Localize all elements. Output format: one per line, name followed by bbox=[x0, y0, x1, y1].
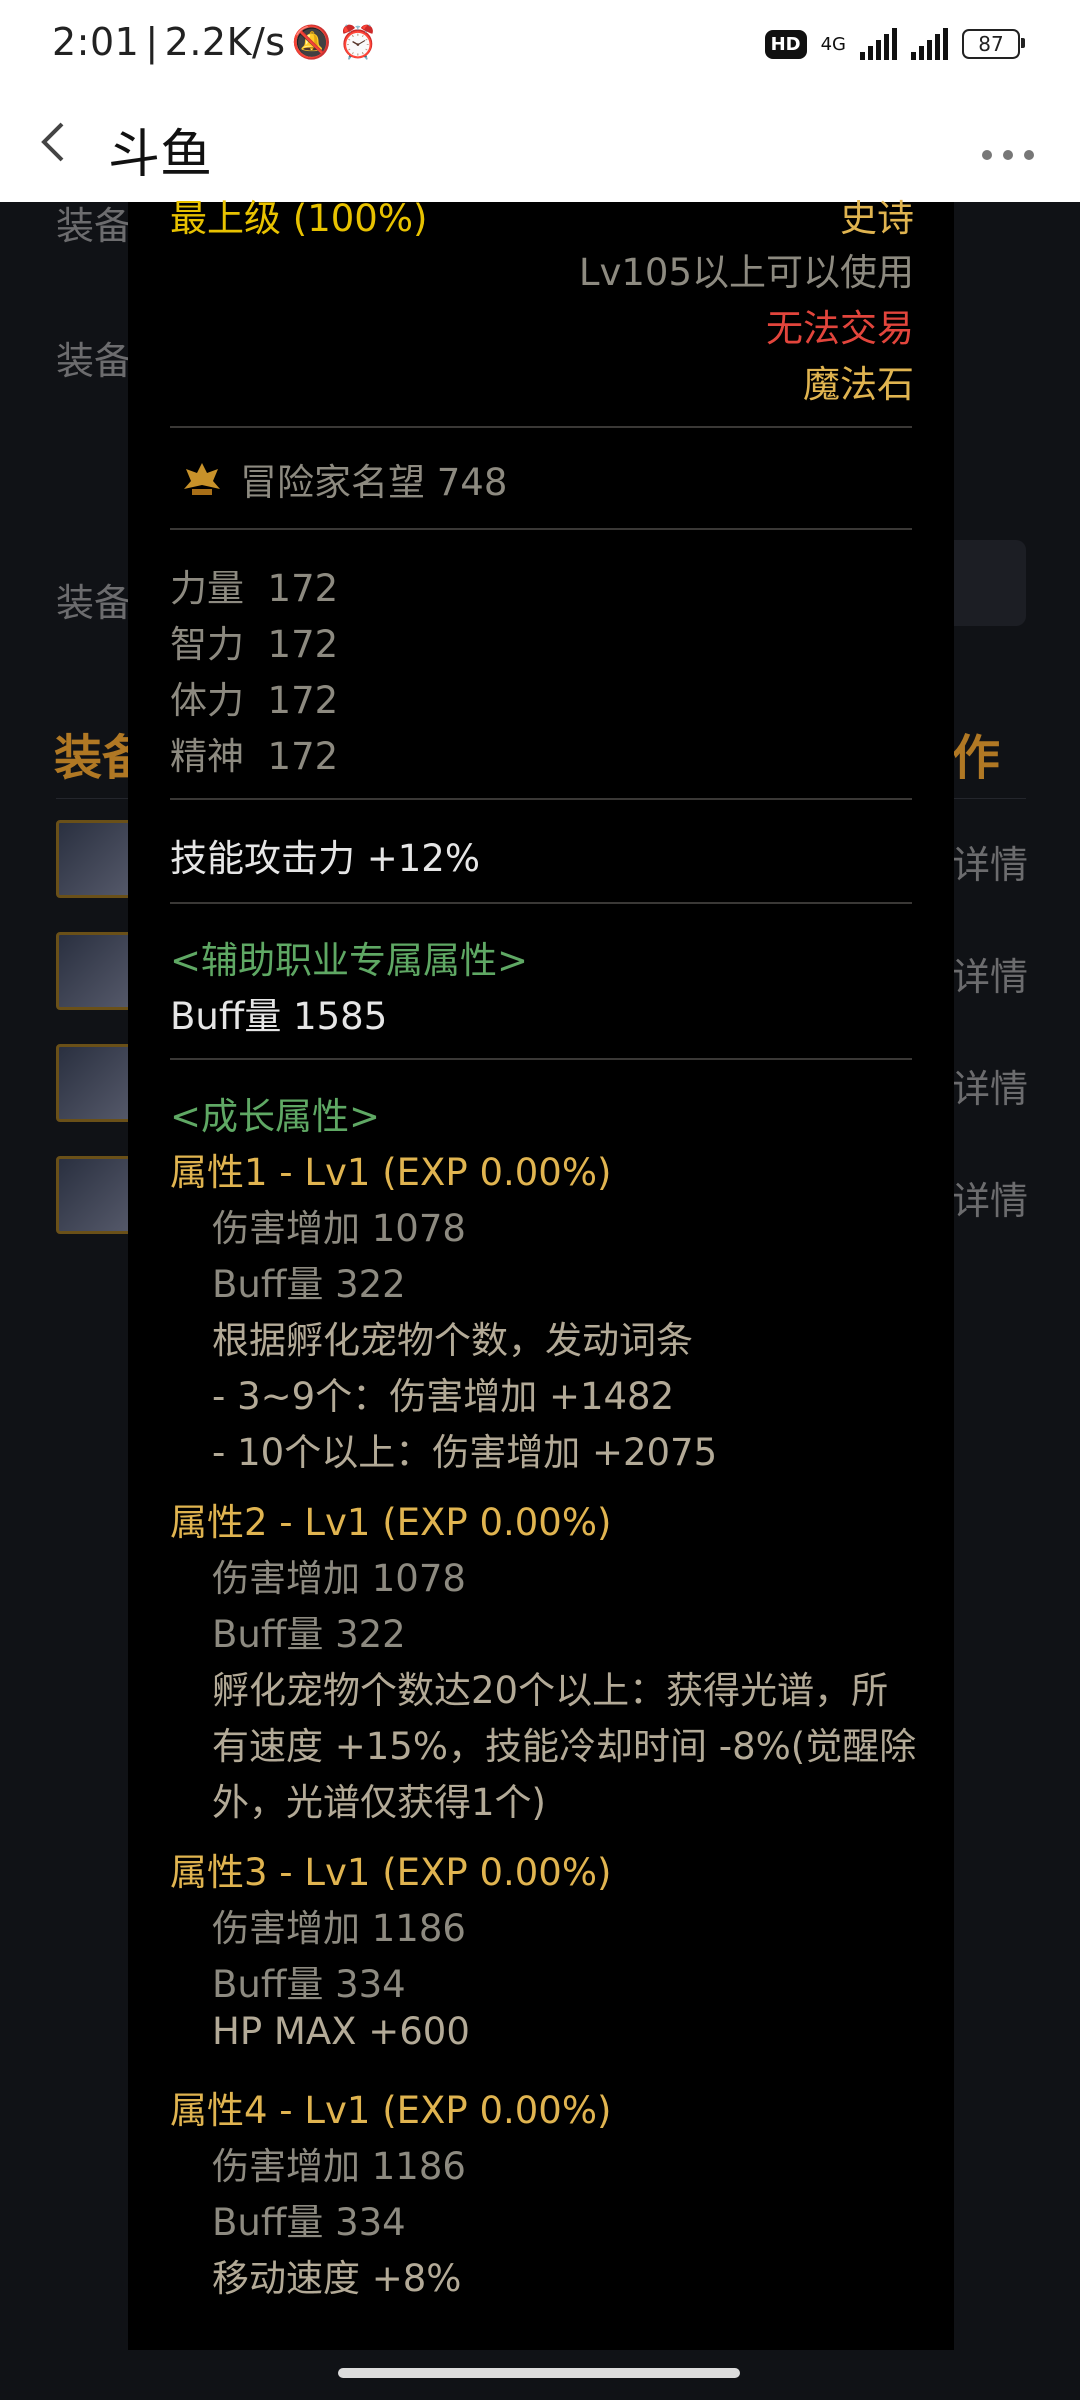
stat-vitality: 体力 172 bbox=[170, 670, 338, 724]
item-grade: 最上级 (100%) bbox=[170, 197, 428, 240]
stat-spirit: 精神 172 bbox=[170, 726, 338, 780]
back-button[interactable] bbox=[36, 116, 70, 181]
growth-effect: 外，光谱仅获得1个) bbox=[212, 1781, 546, 1824]
stat-name: 体力 bbox=[170, 679, 244, 722]
stat-name: 精神 bbox=[170, 735, 244, 778]
status-bar: 2:01 | 2.2K/s 🔕 ⏰ HD 4G 87 bbox=[0, 0, 1080, 98]
status-speed: 2.2K/s bbox=[164, 20, 286, 64]
stat-value: 172 bbox=[267, 623, 339, 666]
page-title: 斗鱼 bbox=[108, 125, 213, 185]
divider bbox=[170, 426, 912, 428]
growth-title: 属性1 - Lv1 (EXP 0.00%) bbox=[170, 1151, 612, 1194]
level-requirement: Lv105以上可以使用 bbox=[578, 251, 914, 294]
fame-crown-icon bbox=[184, 463, 220, 495]
growth-effect: - 3~9个：伤害增加 +1482 bbox=[212, 1375, 675, 1418]
growth-damage: 伤害增加 1078 bbox=[212, 1207, 466, 1250]
detail-link[interactable]: 详情 bbox=[952, 834, 1028, 889]
growth-buff: Buff量 334 bbox=[212, 1963, 406, 2006]
section-heading-right: 作 bbox=[952, 730, 1001, 786]
growth-title: 属性4 - Lv1 (EXP 0.00%) bbox=[170, 2089, 612, 2132]
trade-restriction: 无法交易 bbox=[766, 307, 914, 350]
network-type: 4G bbox=[820, 33, 846, 55]
growth-damage: 伤害增加 1186 bbox=[212, 2145, 466, 2188]
growth-effect: HP MAX +600 bbox=[212, 2010, 470, 2053]
item-thumbnail[interactable] bbox=[56, 1044, 134, 1122]
growth-buff: Buff量 334 bbox=[212, 2201, 406, 2244]
growth-effect: 有速度 +15%，技能冷却时间 -8%(觉醒除 bbox=[212, 1725, 917, 1768]
stat-intelligence: 智力 172 bbox=[170, 614, 338, 668]
item-thumbnail[interactable] bbox=[56, 820, 134, 898]
growth-damage: 伤害增加 1078 bbox=[212, 1557, 466, 1600]
divider bbox=[170, 902, 912, 904]
hd-icon: HD bbox=[764, 29, 807, 59]
battery-level: 87 bbox=[978, 32, 1004, 56]
more-dots-icon bbox=[982, 150, 1034, 160]
adventurer-fame: 冒险家名望 748 bbox=[240, 461, 508, 504]
stat-name: 智力 bbox=[170, 623, 244, 666]
item-rarity: 史诗 bbox=[840, 197, 914, 240]
growth-effect: - 10个以上：伤害增加 +2075 bbox=[212, 1431, 718, 1474]
growth-effect: 根据孵化宠物个数，发动词条 bbox=[212, 1319, 693, 1362]
equipment-label-3: 装备 bbox=[56, 581, 133, 625]
stat-value: 172 bbox=[267, 679, 339, 722]
growth-buff: Buff量 322 bbox=[212, 1263, 406, 1306]
signal-icon bbox=[860, 28, 897, 60]
signal-icon-2 bbox=[911, 28, 948, 60]
app-header: 斗鱼 bbox=[0, 98, 1080, 202]
support-header: <辅助职业专属属性> bbox=[170, 939, 529, 982]
equipment-label-2: 装备 bbox=[56, 339, 133, 383]
battery-icon: 87 bbox=[962, 29, 1025, 59]
divider bbox=[170, 798, 912, 800]
growth-effect: 移动速度 +8% bbox=[212, 2257, 462, 2300]
item-thumbnail[interactable] bbox=[56, 1156, 134, 1234]
skill-attack: 技能攻击力 +12% bbox=[170, 837, 481, 880]
growth-effect: 孵化宠物个数达20个以上：获得光谱，所 bbox=[212, 1669, 889, 1712]
equipment-label-1: 装备 bbox=[56, 204, 133, 248]
item-tooltip-panel[interactable]: 最上级 (100%) 史诗 Lv105以上可以使用 无法交易 魔法石 冒险家名望… bbox=[128, 197, 954, 2350]
divider bbox=[170, 1058, 912, 1060]
adventurer-fame-row: 冒险家名望 748 bbox=[180, 452, 507, 506]
status-right: HD 4G 87 bbox=[764, 28, 1025, 60]
stat-strength: 力量 172 bbox=[170, 558, 338, 612]
detail-link[interactable]: 详情 bbox=[952, 946, 1028, 1001]
status-time: 2:01 bbox=[52, 20, 140, 64]
divider bbox=[170, 528, 912, 530]
chevron-left-icon bbox=[41, 122, 64, 162]
growth-buff: Buff量 322 bbox=[212, 1613, 406, 1656]
detail-link[interactable]: 详情 bbox=[952, 1058, 1028, 1113]
alarm-icon: ⏰ bbox=[337, 23, 379, 61]
stat-value: 172 bbox=[267, 567, 339, 610]
status-divider: | bbox=[145, 20, 159, 64]
more-button[interactable] bbox=[980, 126, 1036, 172]
growth-header: <成长属性> bbox=[170, 1095, 381, 1138]
home-indicator[interactable] bbox=[338, 2368, 740, 2378]
stat-value: 172 bbox=[267, 735, 339, 778]
growth-damage: 伤害增加 1186 bbox=[212, 1907, 466, 1950]
detail-link[interactable]: 详情 bbox=[952, 1170, 1028, 1225]
buff-amount: Buff量 1585 bbox=[170, 995, 388, 1038]
item-thumbnail[interactable] bbox=[56, 932, 134, 1010]
growth-title: 属性3 - Lv1 (EXP 0.00%) bbox=[170, 1851, 612, 1894]
status-left: 2:01 | 2.2K/s 🔕 ⏰ bbox=[52, 20, 378, 64]
item-type: 魔法石 bbox=[803, 363, 914, 406]
growth-title: 属性2 - Lv1 (EXP 0.00%) bbox=[170, 1501, 612, 1544]
mute-icon: 🔕 bbox=[291, 23, 332, 61]
stat-name: 力量 bbox=[170, 567, 244, 610]
